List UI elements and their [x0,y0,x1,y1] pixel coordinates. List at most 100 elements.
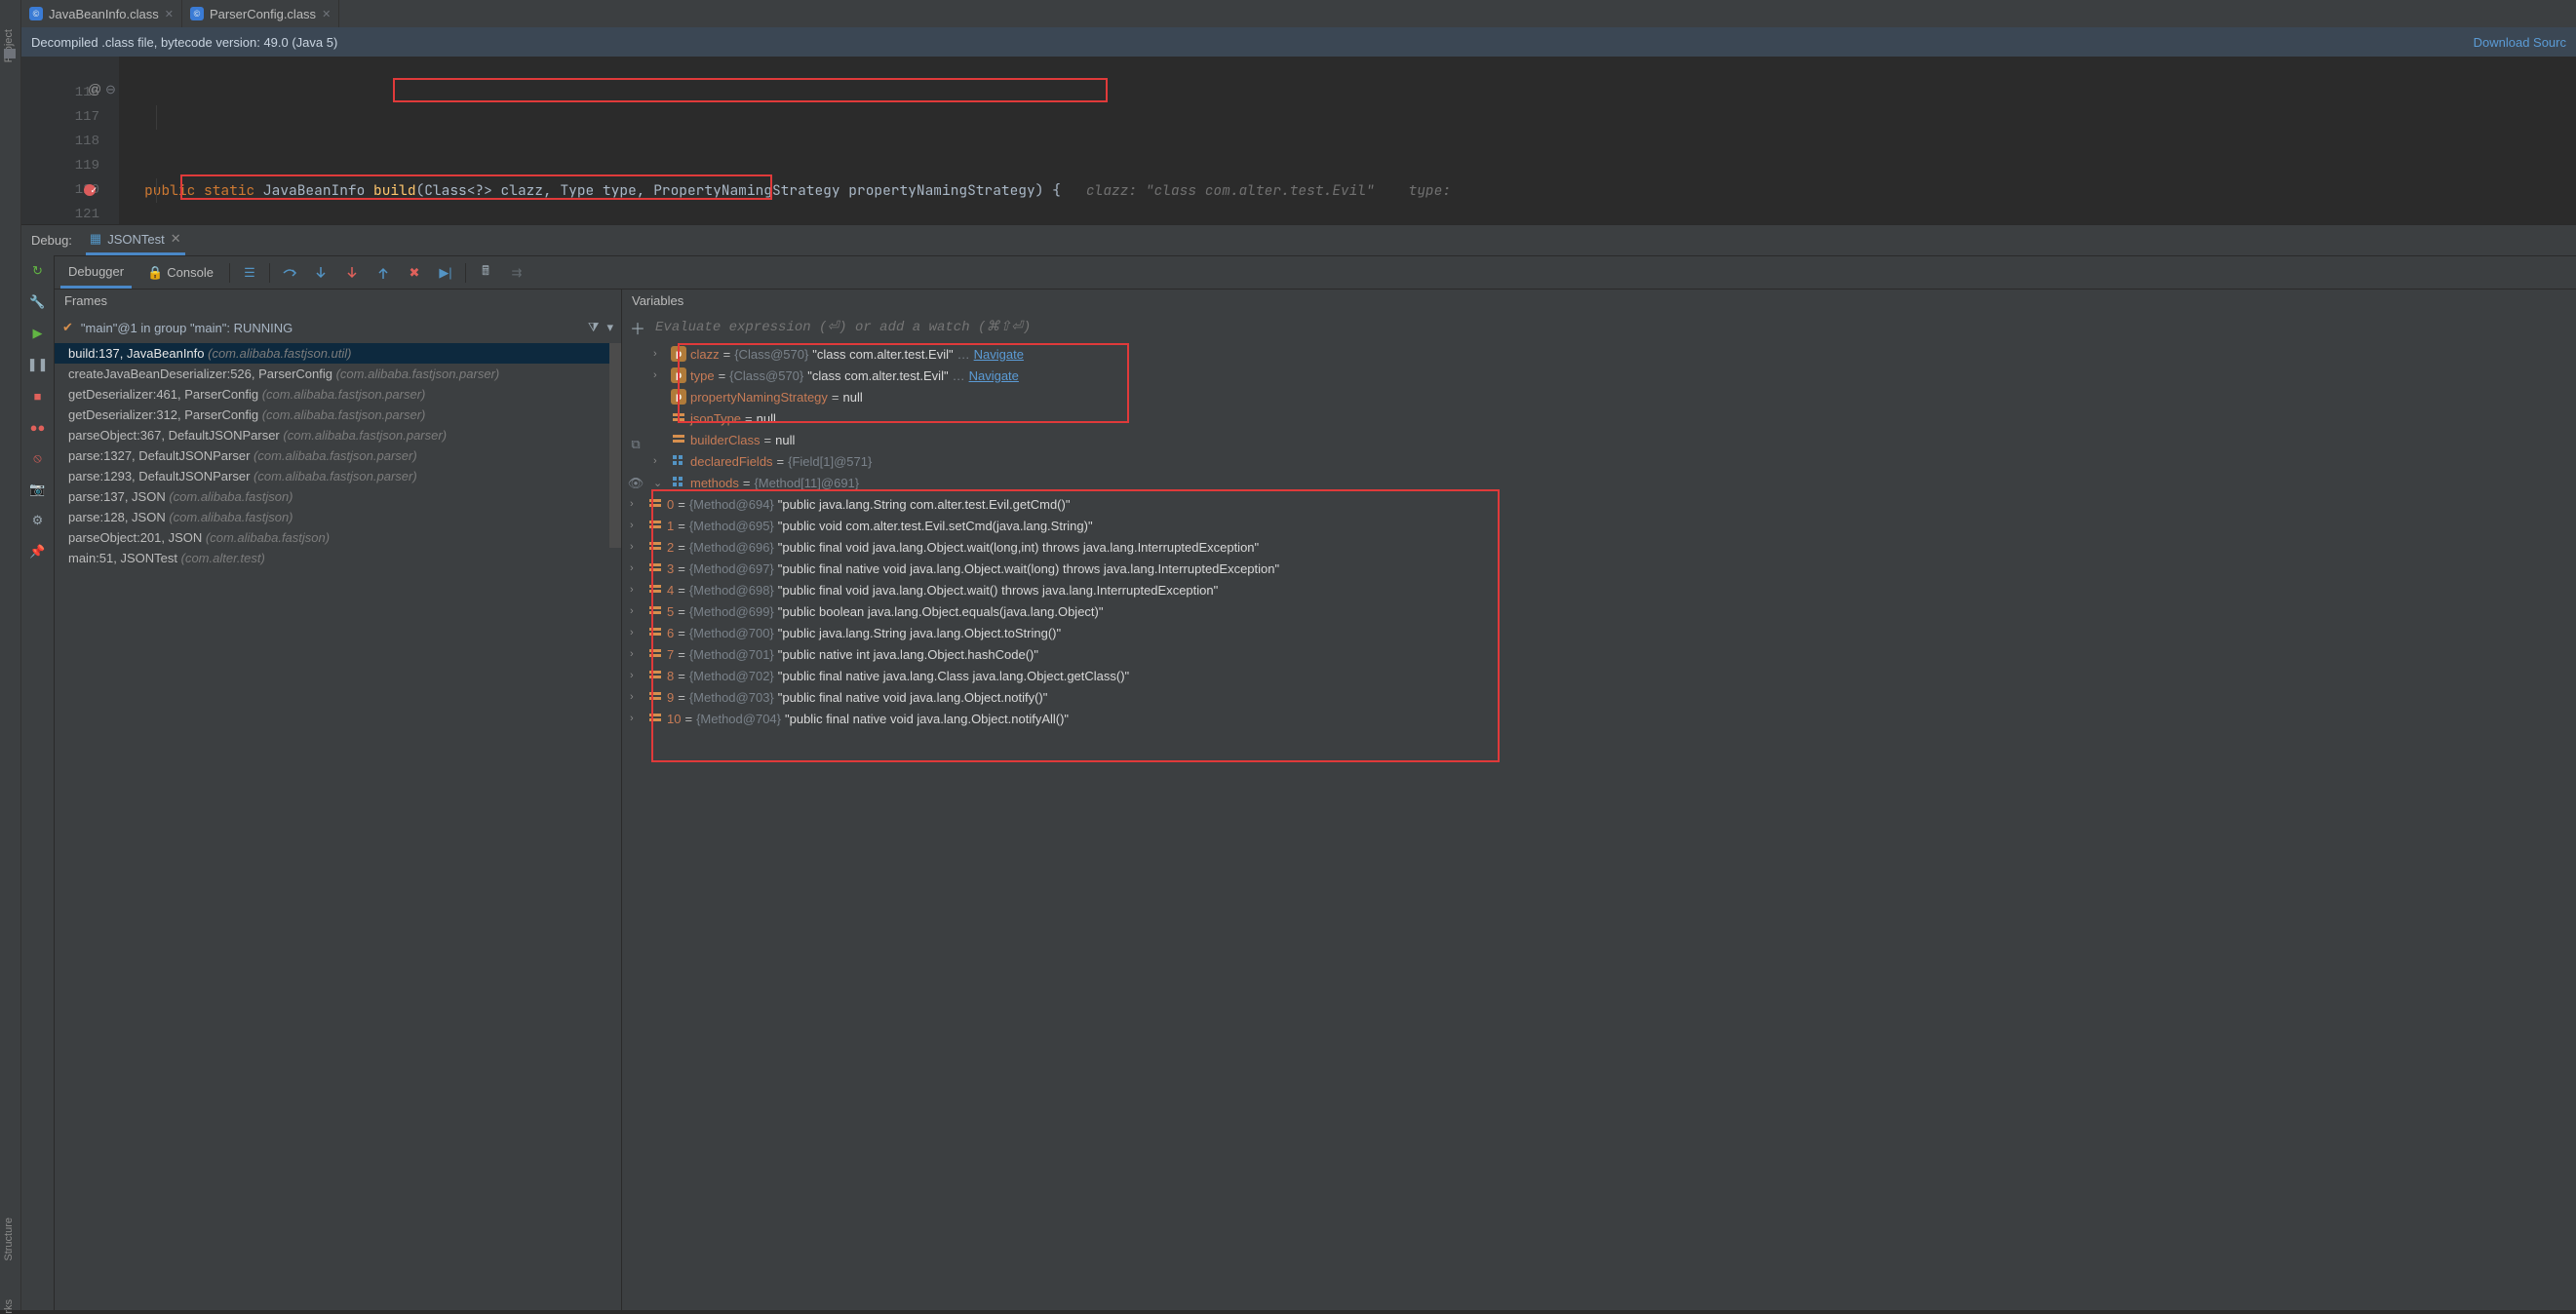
navigate-link[interactable]: Navigate [974,347,1024,362]
stack-frame[interactable]: getDeserializer:312, ParserConfig (com.a… [55,405,621,425]
step-out-icon[interactable] [371,261,395,285]
stack-frame[interactable]: parseObject:367, DefaultJSONParser (com.… [55,425,621,445]
project-folder-icon[interactable] [4,49,16,58]
step-over-icon[interactable] [278,261,301,285]
force-step-into-icon[interactable] [340,261,364,285]
run-to-cursor-icon[interactable]: ▶| [434,261,457,285]
expand-icon[interactable]: › [630,627,644,638]
array-element[interactable]: ›2={Method@696} "public final void java.… [622,536,2576,558]
close-icon[interactable]: ✕ [165,8,174,20]
mute-breakpoints-icon[interactable]: ⦸ [28,448,48,468]
array-element[interactable]: ›0={Method@694} "public java.lang.String… [622,493,2576,515]
debug-toolwindow-header: Debug: ▦ JSONTest ✕ [21,224,2576,255]
var-clazz[interactable]: › p clazz = {Class@570} "class com.alter… [645,343,2576,365]
download-sources-link[interactable]: Download Sourc [2474,35,2566,50]
bookmarks-toolwin-label[interactable]: rks [3,1299,15,1314]
var-type[interactable]: › p type = {Class@570} "class com.alter.… [645,365,2576,386]
run-config-icon: ▦ [90,231,101,247]
stack-frame[interactable]: parse:1327, DefaultJSONParser (com.aliba… [55,445,621,466]
evaluate-expression-input[interactable] [655,320,2568,335]
var-declaredFields[interactable]: › declaredFields = {Field[1]@571} [645,450,2576,472]
copy-icon[interactable]: ⧉ [626,437,645,452]
array-element[interactable]: ›1={Method@695} "public void com.alter.t… [622,515,2576,536]
line-number: 118 [21,130,99,154]
var-builderClass[interactable]: builderClass = null [645,429,2576,450]
array-element[interactable]: ›4={Method@698} "public final void java.… [622,579,2576,600]
collapse-icon[interactable]: ⌄ [653,477,667,489]
expand-icon[interactable]: › [630,498,644,510]
var-propertyNamingStrategy[interactable]: p propertyNamingStrategy = null [645,386,2576,407]
editor-tab-javabeaninfo[interactable]: © JavaBeanInfo.class ✕ [21,0,182,27]
rerun-icon[interactable]: ↻ [28,261,48,281]
evaluate-expression-icon[interactable]: 🖩 [474,261,497,285]
stack-frame[interactable]: parseObject:201, JSON (com.alibaba.fastj… [55,527,621,548]
settings-icon[interactable]: ⚙ [28,511,48,530]
resume-icon[interactable]: ▶ [28,324,48,343]
tab-debugger[interactable]: Debugger [60,256,132,289]
modify-run-config-icon[interactable]: 🔧 [28,292,48,312]
class-file-icon: © [29,7,43,20]
expand-icon[interactable]: › [630,541,644,553]
expand-icon[interactable]: › [630,562,644,574]
editor-tab-parserconfig[interactable]: © ParserConfig.class ✕ [182,0,339,27]
array-element[interactable]: ›8={Method@702} "public final native jav… [622,665,2576,686]
expand-icon[interactable]: › [630,648,644,660]
thread-selector[interactable]: ✔ "main"@1 in group "main": RUNNING ⧩ ▾ [55,312,622,343]
view-breakpoints-icon[interactable]: ●● [28,417,48,437]
tab-console[interactable]: 🔒Console [139,256,221,289]
run-config-tab[interactable]: ▦ JSONTest ✕ [86,225,185,255]
pause-icon[interactable]: ❚❚ [28,355,48,374]
drop-frame-icon[interactable]: ✖︎ [403,261,426,285]
expand-icon[interactable]: › [653,348,667,360]
watch-icon[interactable]: 👁 [626,476,645,491]
code-area[interactable]: public static JavaBeanInfo build(Class<?… [119,57,2576,224]
frames-list[interactable]: build:137, JavaBeanInfo (com.alibaba.fas… [55,343,622,1310]
get-thread-dump-icon[interactable]: 📷 [28,480,48,499]
expand-icon[interactable]: › [630,670,644,681]
code-editor[interactable]: 116 117 118 119 120 121 @ ⊖ public stati… [21,57,2576,224]
chevron-down-icon[interactable]: ▾ [606,320,613,335]
expand-icon[interactable]: › [653,455,667,467]
field-icon [647,603,663,619]
stack-frame[interactable]: main:51, JSONTest (com.alter.test) [55,548,621,568]
navigate-link[interactable]: Navigate [969,368,1019,383]
stop-icon[interactable]: ■ [28,386,48,406]
array-element[interactable]: ›5={Method@699} "public boolean java.lan… [622,600,2576,622]
step-into-icon[interactable] [309,261,332,285]
line-number: 117 [21,105,99,130]
trace-current-stream-icon[interactable]: ⇉ [505,261,528,285]
add-watch-icon[interactable]: ＋ [630,316,645,339]
expand-icon[interactable]: › [630,713,644,724]
stack-frame[interactable]: createJavaBeanDeserializer:526, ParserCo… [55,364,621,384]
var-jsonType[interactable]: jsonType = null [645,407,2576,429]
expand-icon[interactable]: › [630,584,644,596]
scrollbar[interactable] [609,343,621,548]
expand-icon[interactable]: › [630,605,644,617]
array-element[interactable]: ›7={Method@701} "public native int java.… [622,643,2576,665]
array-element[interactable]: ›10={Method@704} "public final native vo… [622,708,2576,729]
left-tool-rail: Project Structure rks [0,0,21,1310]
variables-tree[interactable]: ⧉ 👁 › p clazz = {Class@570} "class com.a… [622,343,2576,1310]
stack-frame[interactable]: parse:137, JSON (com.alibaba.fastjson) [55,486,621,507]
stack-frame[interactable]: parse:1293, DefaultJSONParser (com.aliba… [55,466,621,486]
stack-frame[interactable]: getDeserializer:461, ParserConfig (com.a… [55,384,621,405]
expand-icon[interactable]: › [653,369,667,381]
pin-icon[interactable]: 📌 [28,542,48,561]
collapse-icon[interactable]: ⊖ [105,82,116,97]
stack-frame[interactable]: parse:128, JSON (com.alibaba.fastjson) [55,507,621,527]
breakpoint-icon[interactable] [84,184,96,196]
array-element[interactable]: ›3={Method@697} "public final native voi… [622,558,2576,579]
close-icon[interactable]: ✕ [171,231,181,247]
array-element[interactable]: ›9={Method@703} "public final native voi… [622,686,2576,708]
close-icon[interactable]: ✕ [322,8,331,20]
threads-view-icon[interactable]: ☰ [238,261,261,285]
structure-toolwin-label[interactable]: Structure [3,1217,15,1261]
stack-frame[interactable]: build:137, JavaBeanInfo (com.alibaba.fas… [55,343,621,364]
banner-text: Decompiled .class file, bytecode version… [31,35,337,50]
override-icon[interactable]: @ [88,81,101,97]
filter-icon[interactable]: ⧩ [588,320,600,335]
var-methods[interactable]: ⌄ methods = {Method[11]@691} [645,472,2576,493]
expand-icon[interactable]: › [630,691,644,703]
array-element[interactable]: ›6={Method@700} "public java.lang.String… [622,622,2576,643]
expand-icon[interactable]: › [630,520,644,531]
